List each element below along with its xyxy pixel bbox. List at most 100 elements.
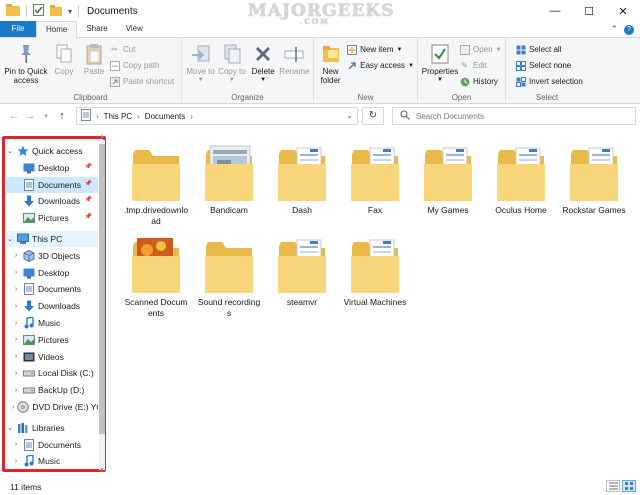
qat-separator [26, 5, 27, 17]
sidebar-item-desktop[interactable]: › Desktop [6, 265, 98, 281]
sidebar-item-label: Videos [38, 351, 64, 362]
folder-item[interactable]: Oculus Home [488, 142, 554, 216]
tab-home[interactable]: Home [36, 21, 78, 38]
collapsed-chevron-icon[interactable]: › [12, 252, 20, 259]
easy-access-dropdown-icon: ▼ [408, 62, 414, 69]
new-item-button[interactable]: New item ▼ [346, 43, 414, 56]
collapsed-chevron-icon[interactable]: › [12, 441, 20, 448]
folder-item[interactable]: Virtual Machines [342, 234, 408, 308]
sidebar-item-local-disk-c[interactable]: › Local Disk (C:) [6, 365, 98, 381]
move-to-icon [190, 43, 212, 65]
sidebar-item-documents[interactable]: › Documents [6, 437, 98, 453]
breadcrumb-documents[interactable]: Documents [145, 112, 185, 121]
collapsed-chevron-icon[interactable]: › [12, 303, 20, 310]
breadcrumb-separator-icon[interactable]: › [190, 112, 193, 121]
scrollbar-thumb[interactable] [99, 144, 105, 434]
breadcrumb-this-pc[interactable]: This PC [104, 112, 132, 121]
sidebar-item-documents[interactable]: › Documents [6, 281, 98, 297]
copy-path-icon [109, 60, 120, 71]
history-button[interactable]: History [459, 75, 502, 88]
refresh-button[interactable]: ↻ [362, 107, 384, 125]
breadcrumb-separator-icon[interactable]: › [96, 112, 99, 121]
folder-item[interactable]: Fax [342, 142, 408, 216]
sidebar-item-music[interactable]: › Music [6, 453, 98, 469]
folder-item[interactable]: .tmp.drivedownload [123, 142, 189, 227]
folder-item[interactable]: Dash [269, 142, 335, 216]
navigation-pane-scrollbar[interactable]: ▲ ▼ [98, 134, 106, 475]
history-icon [459, 76, 470, 87]
edit-button[interactable]: ✎ Edit [459, 59, 502, 72]
collapsed-chevron-icon[interactable]: › [12, 320, 20, 327]
large-icons-view-button[interactable] [622, 480, 636, 492]
tab-share[interactable]: Share [77, 21, 116, 37]
view-switcher [606, 480, 636, 492]
back-button[interactable]: ← [6, 110, 22, 122]
close-button[interactable]: ✕ [606, 0, 640, 22]
new-folder-qat-icon[interactable] [50, 4, 62, 18]
paste-shortcut-button[interactable]: Paste shortcut [109, 75, 174, 88]
folder-app-icon [6, 4, 20, 18]
sidebar-item-backup-d[interactable]: › BackUp (D:) [6, 382, 98, 398]
collapsed-chevron-icon[interactable]: › [12, 404, 14, 411]
collapsed-chevron-icon[interactable]: › [12, 269, 20, 276]
sidebar-item-pictures[interactable]: ›Pictures📌 [6, 210, 98, 226]
sidebar-item-label: DVD Drive (E:) YC [32, 402, 98, 412]
expanded-chevron-icon[interactable]: ⌄ [6, 235, 14, 243]
sidebar-item-downloads[interactable]: › Downloads [6, 298, 98, 314]
search-box[interactable]: Search Documents [392, 107, 636, 125]
sidebar-item-desktop[interactable]: ›Desktop📌 [6, 160, 98, 176]
easy-access-button[interactable]: Easy access ▼ [346, 59, 414, 72]
expanded-chevron-icon[interactable]: ⌄ [6, 424, 14, 432]
scroll-down-icon[interactable]: ▼ [98, 468, 106, 474]
breadcrumb-separator-icon[interactable]: › [137, 112, 140, 121]
tab-file[interactable]: File [0, 21, 36, 37]
open-button[interactable]: Open ▼ [459, 43, 502, 56]
sidebar-item-dvd-drive-e-yc[interactable]: › DVD Drive (E:) YC [6, 399, 98, 415]
collapsed-chevron-icon[interactable]: › [12, 458, 20, 465]
properties-qat-icon[interactable] [33, 4, 44, 18]
collapsed-chevron-icon[interactable]: › [12, 353, 20, 360]
sidebar-item-quick-access[interactable]: ⌄ Quick access [6, 143, 98, 159]
sidebar-item-documents[interactable]: ›Documents📌 [6, 176, 98, 193]
folder-icon [277, 234, 327, 294]
cut-button[interactable]: ✂ Cut [109, 43, 174, 56]
sidebar-item-libraries[interactable]: ⌄ Libraries [6, 420, 98, 436]
folder-icon [496, 142, 546, 202]
folder-item[interactable]: steamvr [269, 234, 335, 308]
sidebar-item-downloads[interactable]: ›Downloads📌 [6, 193, 98, 209]
invert-selection-button[interactable]: Invert selection [515, 75, 583, 88]
select-all-button[interactable]: Select all [515, 43, 583, 56]
sidebar-item-music[interactable]: › Music [6, 315, 98, 331]
folder-item[interactable]: Rockstar Games [561, 142, 627, 216]
forward-button[interactable]: → [22, 110, 38, 122]
minimize-button[interactable]: — [538, 0, 572, 22]
collapse-ribbon-icon[interactable]: ⌃ [610, 24, 618, 35]
folder-item[interactable]: Scanned Documents [123, 234, 189, 319]
folder-item[interactable]: Sound recordings [196, 234, 262, 319]
address-history-dropdown-icon[interactable]: ⌄ [346, 111, 353, 120]
copy-path-button[interactable]: Copy path [109, 59, 174, 72]
select-group: Select all Select none Invert selection … [506, 38, 588, 104]
help-icon[interactable]: ? [624, 25, 634, 35]
collapsed-chevron-icon[interactable]: › [12, 336, 20, 343]
collapsed-chevron-icon[interactable]: › [12, 286, 20, 293]
sidebar-item-3d-objects[interactable]: › 3D Objects [6, 248, 98, 264]
select-none-button[interactable]: Select none [515, 59, 583, 72]
folder-item[interactable]: Bandicam [196, 142, 262, 216]
search-icon [400, 110, 410, 122]
tab-view[interactable]: View [117, 21, 152, 37]
collapsed-chevron-icon[interactable]: › [12, 370, 20, 377]
sidebar-item-pictures[interactable]: › Pictures [6, 332, 98, 348]
address-bar[interactable]: › This PC › Documents › ⌄ [76, 107, 358, 125]
expanded-chevron-icon[interactable]: ⌄ [6, 147, 14, 155]
collapsed-chevron-icon[interactable]: › [12, 387, 20, 394]
details-view-button[interactable] [606, 480, 620, 492]
up-button[interactable]: ↑ [54, 110, 70, 122]
delete-x-icon [252, 43, 274, 65]
recent-locations-button[interactable]: ▾ [38, 112, 54, 120]
customize-qat-icon[interactable]: ▾ [68, 7, 72, 16]
maximize-button[interactable]: ☐ [572, 0, 606, 22]
sidebar-item-this-pc[interactable]: ⌄ This PC [6, 231, 98, 247]
folder-item[interactable]: My Games [415, 142, 481, 216]
sidebar-item-videos[interactable]: › Videos [6, 349, 98, 365]
